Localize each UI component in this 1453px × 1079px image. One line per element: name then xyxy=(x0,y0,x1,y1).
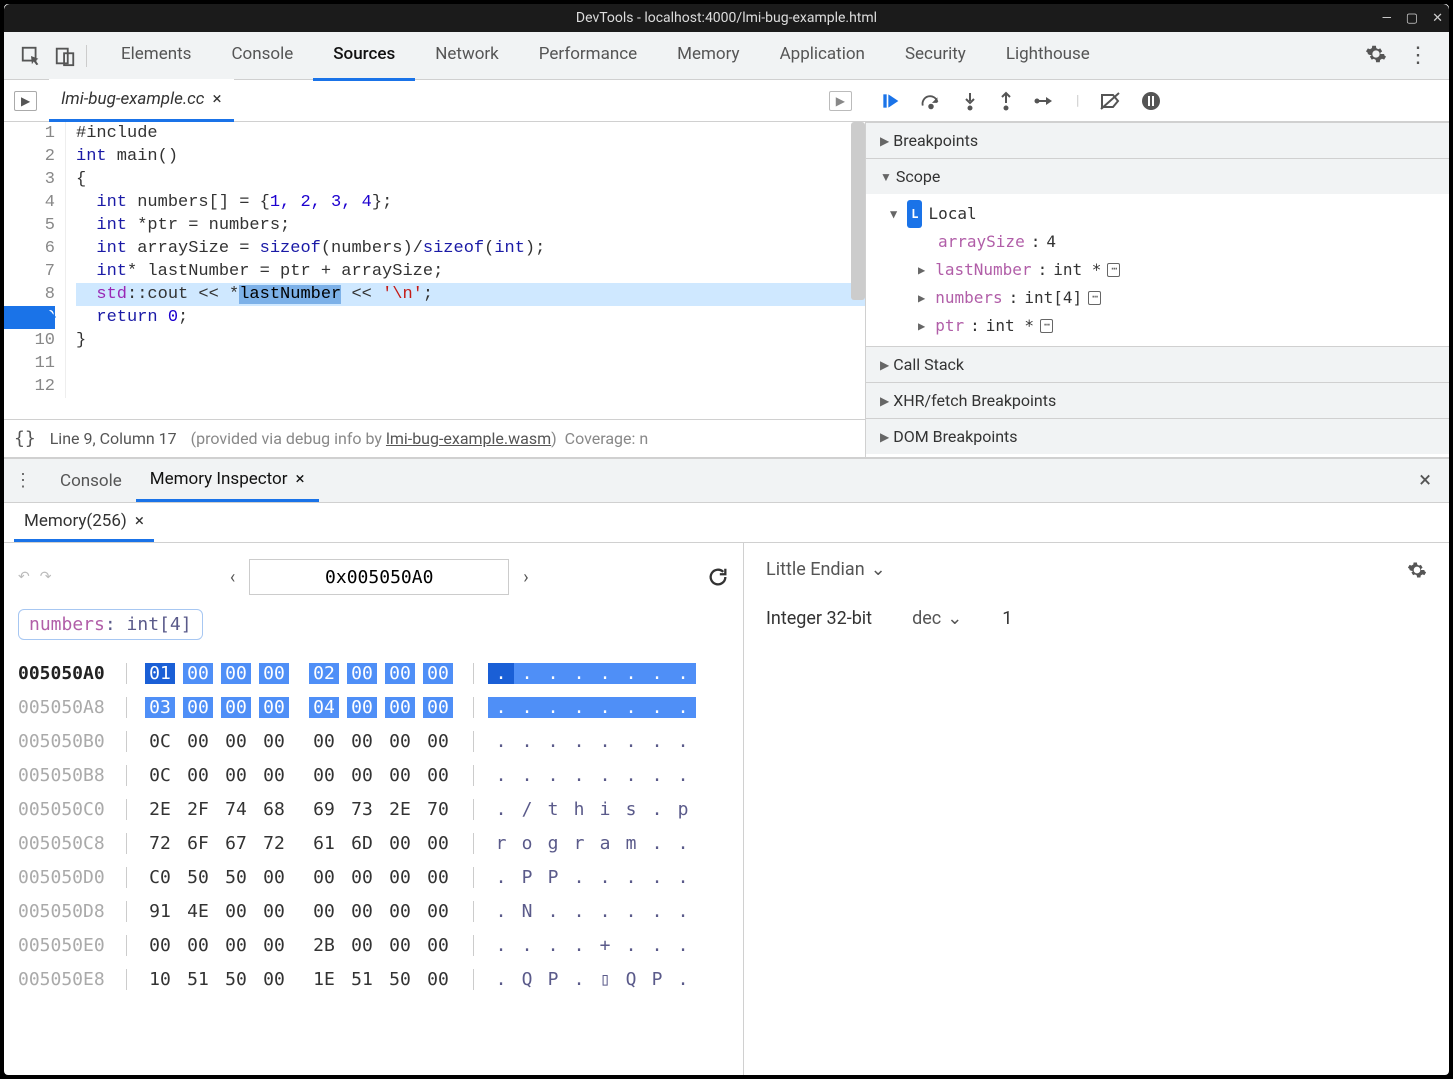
hex-row[interactable]: 005050C8726F6772616D0000rogram.. xyxy=(18,826,729,860)
device-toolbar-icon[interactable] xyxy=(54,45,76,67)
panel-tabs: Elements Console Sources Network Perform… xyxy=(101,30,1110,81)
hex-row[interactable]: 005050C02E2F746869732E70./this.p xyxy=(18,792,729,826)
history-back-icon[interactable]: ↶ xyxy=(18,569,30,585)
file-tab[interactable]: lmi-bug-example.cc × xyxy=(49,79,233,122)
braces-icon[interactable]: {} xyxy=(14,428,36,449)
reveal-in-memory-icon[interactable]: ┅ xyxy=(1040,319,1053,333)
hex-row[interactable]: 005050B00C00000000000000........ xyxy=(18,724,729,758)
close-drawer-icon[interactable]: × xyxy=(1419,468,1439,493)
source-editor[interactable]: 123456789101112 #include int main(){ int… xyxy=(4,122,866,457)
value-result: 1 xyxy=(1002,608,1012,629)
scope-variable[interactable]: ▶ptr: int * ┅ xyxy=(918,312,1435,340)
tab-memory[interactable]: Memory xyxy=(657,30,759,81)
close-tab-icon[interactable]: × xyxy=(135,511,144,531)
scope-variable[interactable]: ▶lastNumber: int * ┅ xyxy=(918,256,1435,284)
debugger-sidebar: ▶Breakpoints ▼Scope ▼LLocal arraySize: 4… xyxy=(866,122,1449,457)
window-maximize-icon[interactable]: ▢ xyxy=(1406,11,1418,26)
kebab-menu-icon[interactable]: ⋮ xyxy=(1407,43,1429,68)
tab-console[interactable]: Console xyxy=(211,30,313,81)
resume-icon[interactable] xyxy=(880,91,900,111)
pause-exceptions-icon[interactable] xyxy=(1141,91,1161,111)
debug-info-link[interactable]: lmi-bug-example.wasm xyxy=(386,429,551,448)
editor-statusbar: {} Line 9, Column 17 (provided via debug… xyxy=(4,419,865,457)
hex-row[interactable]: 005050B80C00000000000000........ xyxy=(18,758,729,792)
step-into-icon[interactable] xyxy=(962,91,978,111)
hex-viewer: ↶ ↷ ‹ › numbers: int[4] 005050A001000000… xyxy=(4,543,744,1075)
tab-network[interactable]: Network xyxy=(415,30,519,81)
addr-next-icon[interactable]: › xyxy=(523,567,528,588)
drawer-menu-icon[interactable]: ⋮ xyxy=(14,470,32,491)
hex-row[interactable]: 005050D0C050500000000000.PP..... xyxy=(18,860,729,894)
step-out-icon[interactable] xyxy=(998,91,1014,111)
source-file-tabs: ▶ lmi-bug-example.cc × ▶ xyxy=(4,80,866,122)
section-scope[interactable]: ▼Scope xyxy=(866,158,1449,194)
window-title: DevTools - localhost:4000/lmi-bug-exampl… xyxy=(576,10,877,26)
window-close-icon[interactable]: ✕ xyxy=(1432,11,1443,26)
scope-variable[interactable]: arraySize: 4 xyxy=(918,228,1435,256)
highlight-chip[interactable]: numbers: int[4] xyxy=(18,609,203,640)
close-tab-icon[interactable]: × xyxy=(296,469,305,489)
hex-row[interactable]: 005050D8914E000000000000.N...... xyxy=(18,894,729,928)
tab-application[interactable]: Application xyxy=(760,30,885,81)
section-xhr-bp[interactable]: ▶XHR/fetch Breakpoints xyxy=(866,382,1449,418)
more-tabs-icon[interactable]: ▶ xyxy=(829,91,852,111)
value-interpreter: Little Endian ⌄ Integer 32-bit dec ⌄ 1 xyxy=(744,543,1449,1075)
hex-row[interactable]: 005050A00100000002000000........ xyxy=(18,656,729,690)
tab-elements[interactable]: Elements xyxy=(101,30,211,81)
drawer-tab-console[interactable]: Console xyxy=(46,461,136,501)
step-icon[interactable] xyxy=(1034,93,1056,109)
debugger-toolbar: | xyxy=(866,80,1449,122)
section-breakpoints[interactable]: ▶Breakpoints xyxy=(866,122,1449,158)
window-minimize-icon[interactable]: — xyxy=(1382,11,1392,26)
hex-row[interactable]: 005050A80300000004000000........ xyxy=(18,690,729,724)
endianness-select[interactable]: Little Endian ⌄ xyxy=(766,559,886,580)
value-settings-gear-icon[interactable] xyxy=(1407,560,1427,580)
coverage-label: Coverage: n xyxy=(565,429,649,448)
step-over-icon[interactable] xyxy=(920,92,942,110)
tab-security[interactable]: Security xyxy=(885,30,986,81)
reveal-in-memory-icon[interactable]: ┅ xyxy=(1107,263,1120,277)
refresh-icon[interactable] xyxy=(707,566,729,588)
section-dom-bp[interactable]: ▶DOM Breakpoints xyxy=(866,418,1449,454)
history-forward-icon[interactable]: ↷ xyxy=(40,569,52,585)
scrollbar[interactable] xyxy=(851,122,865,300)
tab-performance[interactable]: Performance xyxy=(519,30,657,81)
deactivate-breakpoints-icon[interactable] xyxy=(1099,91,1121,111)
drawer: ⋮ Console Memory Inspector× × Memory(256… xyxy=(4,458,1449,1075)
chevron-down-icon: ⌄ xyxy=(871,559,886,580)
navigator-toggle-icon[interactable]: ▶ xyxy=(14,91,37,111)
devtools-tabbar: Elements Console Sources Network Perform… xyxy=(4,32,1449,80)
scope-local[interactable]: ▼LLocal xyxy=(890,200,1435,228)
tab-sources[interactable]: Sources xyxy=(313,30,415,81)
close-tab-icon[interactable]: × xyxy=(212,89,221,109)
addr-prev-icon[interactable]: ‹ xyxy=(230,567,235,588)
tab-lighthouse[interactable]: Lighthouse xyxy=(986,30,1110,81)
hex-row[interactable]: 005050E8105150001E515000.QP.▯QP. xyxy=(18,962,729,996)
cursor-position: Line 9, Column 17 xyxy=(50,429,177,448)
scope-variable[interactable]: ▶numbers: int[4] ┅ xyxy=(918,284,1435,312)
section-callstack[interactable]: ▶Call Stack xyxy=(866,346,1449,382)
address-input[interactable] xyxy=(249,559,509,595)
value-format-select[interactable]: dec ⌄ xyxy=(912,608,962,629)
inspect-icon[interactable] xyxy=(20,45,42,67)
reveal-in-memory-icon[interactable]: ┅ xyxy=(1088,291,1101,305)
value-type: Integer 32-bit xyxy=(766,608,872,629)
hex-row[interactable]: 005050E0000000002B000000....+... xyxy=(18,928,729,962)
drawer-tab-memory-inspector[interactable]: Memory Inspector× xyxy=(136,459,319,502)
file-tab-label: lmi-bug-example.cc xyxy=(61,89,204,109)
window-titlebar: DevTools - localhost:4000/lmi-bug-exampl… xyxy=(4,4,1449,32)
settings-gear-icon[interactable] xyxy=(1365,43,1387,68)
chevron-down-icon: ⌄ xyxy=(947,608,962,629)
memory-buffer-tab[interactable]: Memory(256)× xyxy=(14,503,154,542)
